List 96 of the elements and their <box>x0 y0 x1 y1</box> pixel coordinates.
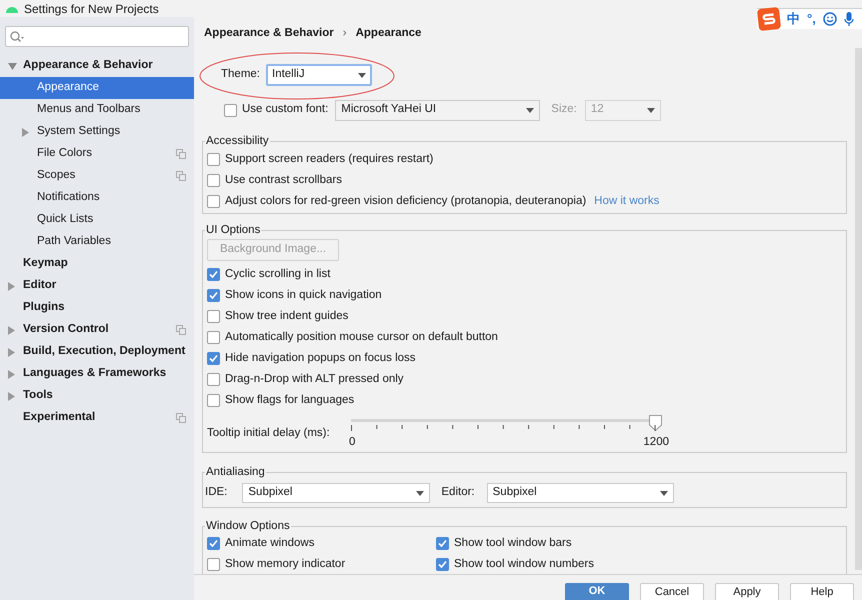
checkbox-label: Hide navigation popups on focus loss <box>225 350 416 366</box>
checkbox[interactable] <box>436 558 449 571</box>
tree-item[interactable]: Experimental <box>0 407 194 429</box>
copy-icon <box>176 325 186 335</box>
dialog-button[interactable]: OK <box>565 583 629 600</box>
checkbox-label: Use custom font: <box>242 102 328 118</box>
tree-item[interactable]: Scopes <box>0 165 194 187</box>
checkbox-label: Show flags for languages <box>225 392 354 408</box>
dialog-button[interactable]: Help <box>790 583 854 600</box>
tree-item[interactable]: Appearance <box>0 77 194 99</box>
checkbox-label: Adjust colors for red-green vision deficiency (protanopia, deuteranopia) <box>225 194 586 209</box>
checkbox[interactable] <box>207 174 220 187</box>
slider[interactable]: 0 1200 <box>349 415 669 449</box>
group-title: UI Options <box>205 222 262 238</box>
checkbox-label: Show tree indent guides <box>225 308 348 324</box>
slider-min-label: 0 <box>349 435 356 450</box>
copy-icon <box>176 413 186 423</box>
checkbox[interactable] <box>207 268 220 281</box>
tree-item[interactable]: Editor <box>0 275 194 297</box>
checkbox[interactable] <box>207 373 220 386</box>
expand-arrow-icon[interactable] <box>8 370 15 378</box>
slider-max-label: 1200 <box>643 435 669 450</box>
slider-thumb[interactable] <box>649 415 662 431</box>
checkbox-label: Show memory indicator <box>225 556 346 572</box>
checkbox[interactable] <box>207 153 220 166</box>
tree-item[interactable]: Languages & Frameworks <box>0 363 194 385</box>
tree-item[interactable]: Tools <box>0 385 194 407</box>
editor-label: Editor: <box>441 485 475 500</box>
copy-icon <box>176 149 186 159</box>
checkbox-label: Show icons in quick navigation <box>225 288 382 303</box>
group-title: Accessibility <box>205 133 270 149</box>
editor-dropdown[interactable]: Subpixel <box>486 483 674 503</box>
checkbox[interactable] <box>207 352 220 365</box>
checkbox-label: Animate windows <box>225 536 314 551</box>
group-title: Window Options <box>205 518 291 534</box>
ime-button[interactable]: °, <box>807 9 816 29</box>
search-icon <box>10 30 24 42</box>
group-title: Antialiasing <box>205 464 266 480</box>
scrollbar[interactable] <box>855 48 862 570</box>
breadcrumb-separator: › <box>342 26 347 42</box>
caret-icon <box>660 490 668 496</box>
tree-item[interactable]: Quick Lists <box>0 209 194 231</box>
checkbox[interactable] <box>207 195 220 208</box>
breadcrumb-item[interactable]: Appearance & Behavior <box>204 25 334 43</box>
android-icon <box>5 4 19 13</box>
checkbox-label: Show tool window bars <box>454 536 572 551</box>
checkbox-label: Show tool window numbers <box>454 556 594 572</box>
checkbox-label: Drag-n-Drop with ALT pressed only <box>225 372 404 387</box>
slider-label: Tooltip initial delay (ms): <box>207 426 331 441</box>
ide-dropdown[interactable]: Subpixel <box>242 483 430 503</box>
ide-label: IDE: <box>205 485 228 500</box>
checkbox[interactable] <box>207 331 220 344</box>
checkbox-label: Use contrast scrollbars <box>225 172 342 188</box>
checkbox-label: Cyclic scrolling in list <box>225 266 330 282</box>
breadcrumb-item[interactable]: Appearance <box>356 25 422 43</box>
expand-arrow-icon[interactable] <box>8 348 15 356</box>
tree-item[interactable]: Menus and Toolbars <box>0 99 194 121</box>
ime-button[interactable]: 中 <box>787 9 800 29</box>
tree-item[interactable]: System Settings <box>0 121 194 143</box>
checkbox-label: Support screen readers (requires restart) <box>225 152 434 167</box>
size-label: Size: <box>551 102 577 118</box>
tree-item[interactable]: Appearance & Behavior <box>0 55 194 77</box>
caret-icon <box>526 108 534 112</box>
caret-icon <box>646 108 655 112</box>
tree-item[interactable]: File Colors <box>0 143 194 165</box>
checkbox[interactable] <box>207 558 220 571</box>
tree-item[interactable]: Version Control <box>0 319 194 341</box>
expand-arrow-icon[interactable] <box>8 326 15 334</box>
checkbox[interactable] <box>436 537 449 550</box>
smiley-icon[interactable] <box>822 12 837 26</box>
checkbox[interactable] <box>207 310 220 323</box>
expand-arrow-icon[interactable] <box>22 128 29 136</box>
microphone-icon[interactable] <box>844 12 854 26</box>
copy-icon <box>176 171 186 181</box>
search-field[interactable] <box>5 26 189 47</box>
expand-arrow-icon[interactable] <box>8 62 17 70</box>
expand-arrow-icon[interactable] <box>8 392 15 400</box>
font-dropdown[interactable]: Microsoft YaHei UI <box>335 100 540 120</box>
tree-item[interactable]: Keymap <box>0 253 194 275</box>
checkbox-label: Automatically position mouse cursor on default button <box>225 330 498 345</box>
caret-icon <box>416 490 424 496</box>
dialog-button[interactable]: Cancel <box>640 583 704 600</box>
theme-label: Theme: <box>221 67 260 82</box>
checkbox[interactable] <box>207 537 220 550</box>
theme-dropdown[interactable]: IntelliJ <box>266 64 372 86</box>
tree-item[interactable]: Build, Execution, Deployment <box>0 341 194 363</box>
dialog-button[interactable]: Apply <box>715 583 779 600</box>
caret-icon <box>358 72 366 78</box>
window-title: Settings for New Projects <box>24 0 159 18</box>
tree-item[interactable]: Plugins <box>0 297 194 319</box>
checkbox[interactable] <box>207 289 220 302</box>
checkbox[interactable] <box>207 394 220 407</box>
tree-item[interactable]: Path Variables <box>0 231 194 253</box>
expand-arrow-icon[interactable] <box>8 282 15 290</box>
tree-item[interactable]: Notifications <box>0 187 194 209</box>
checkbox[interactable] <box>224 104 237 116</box>
